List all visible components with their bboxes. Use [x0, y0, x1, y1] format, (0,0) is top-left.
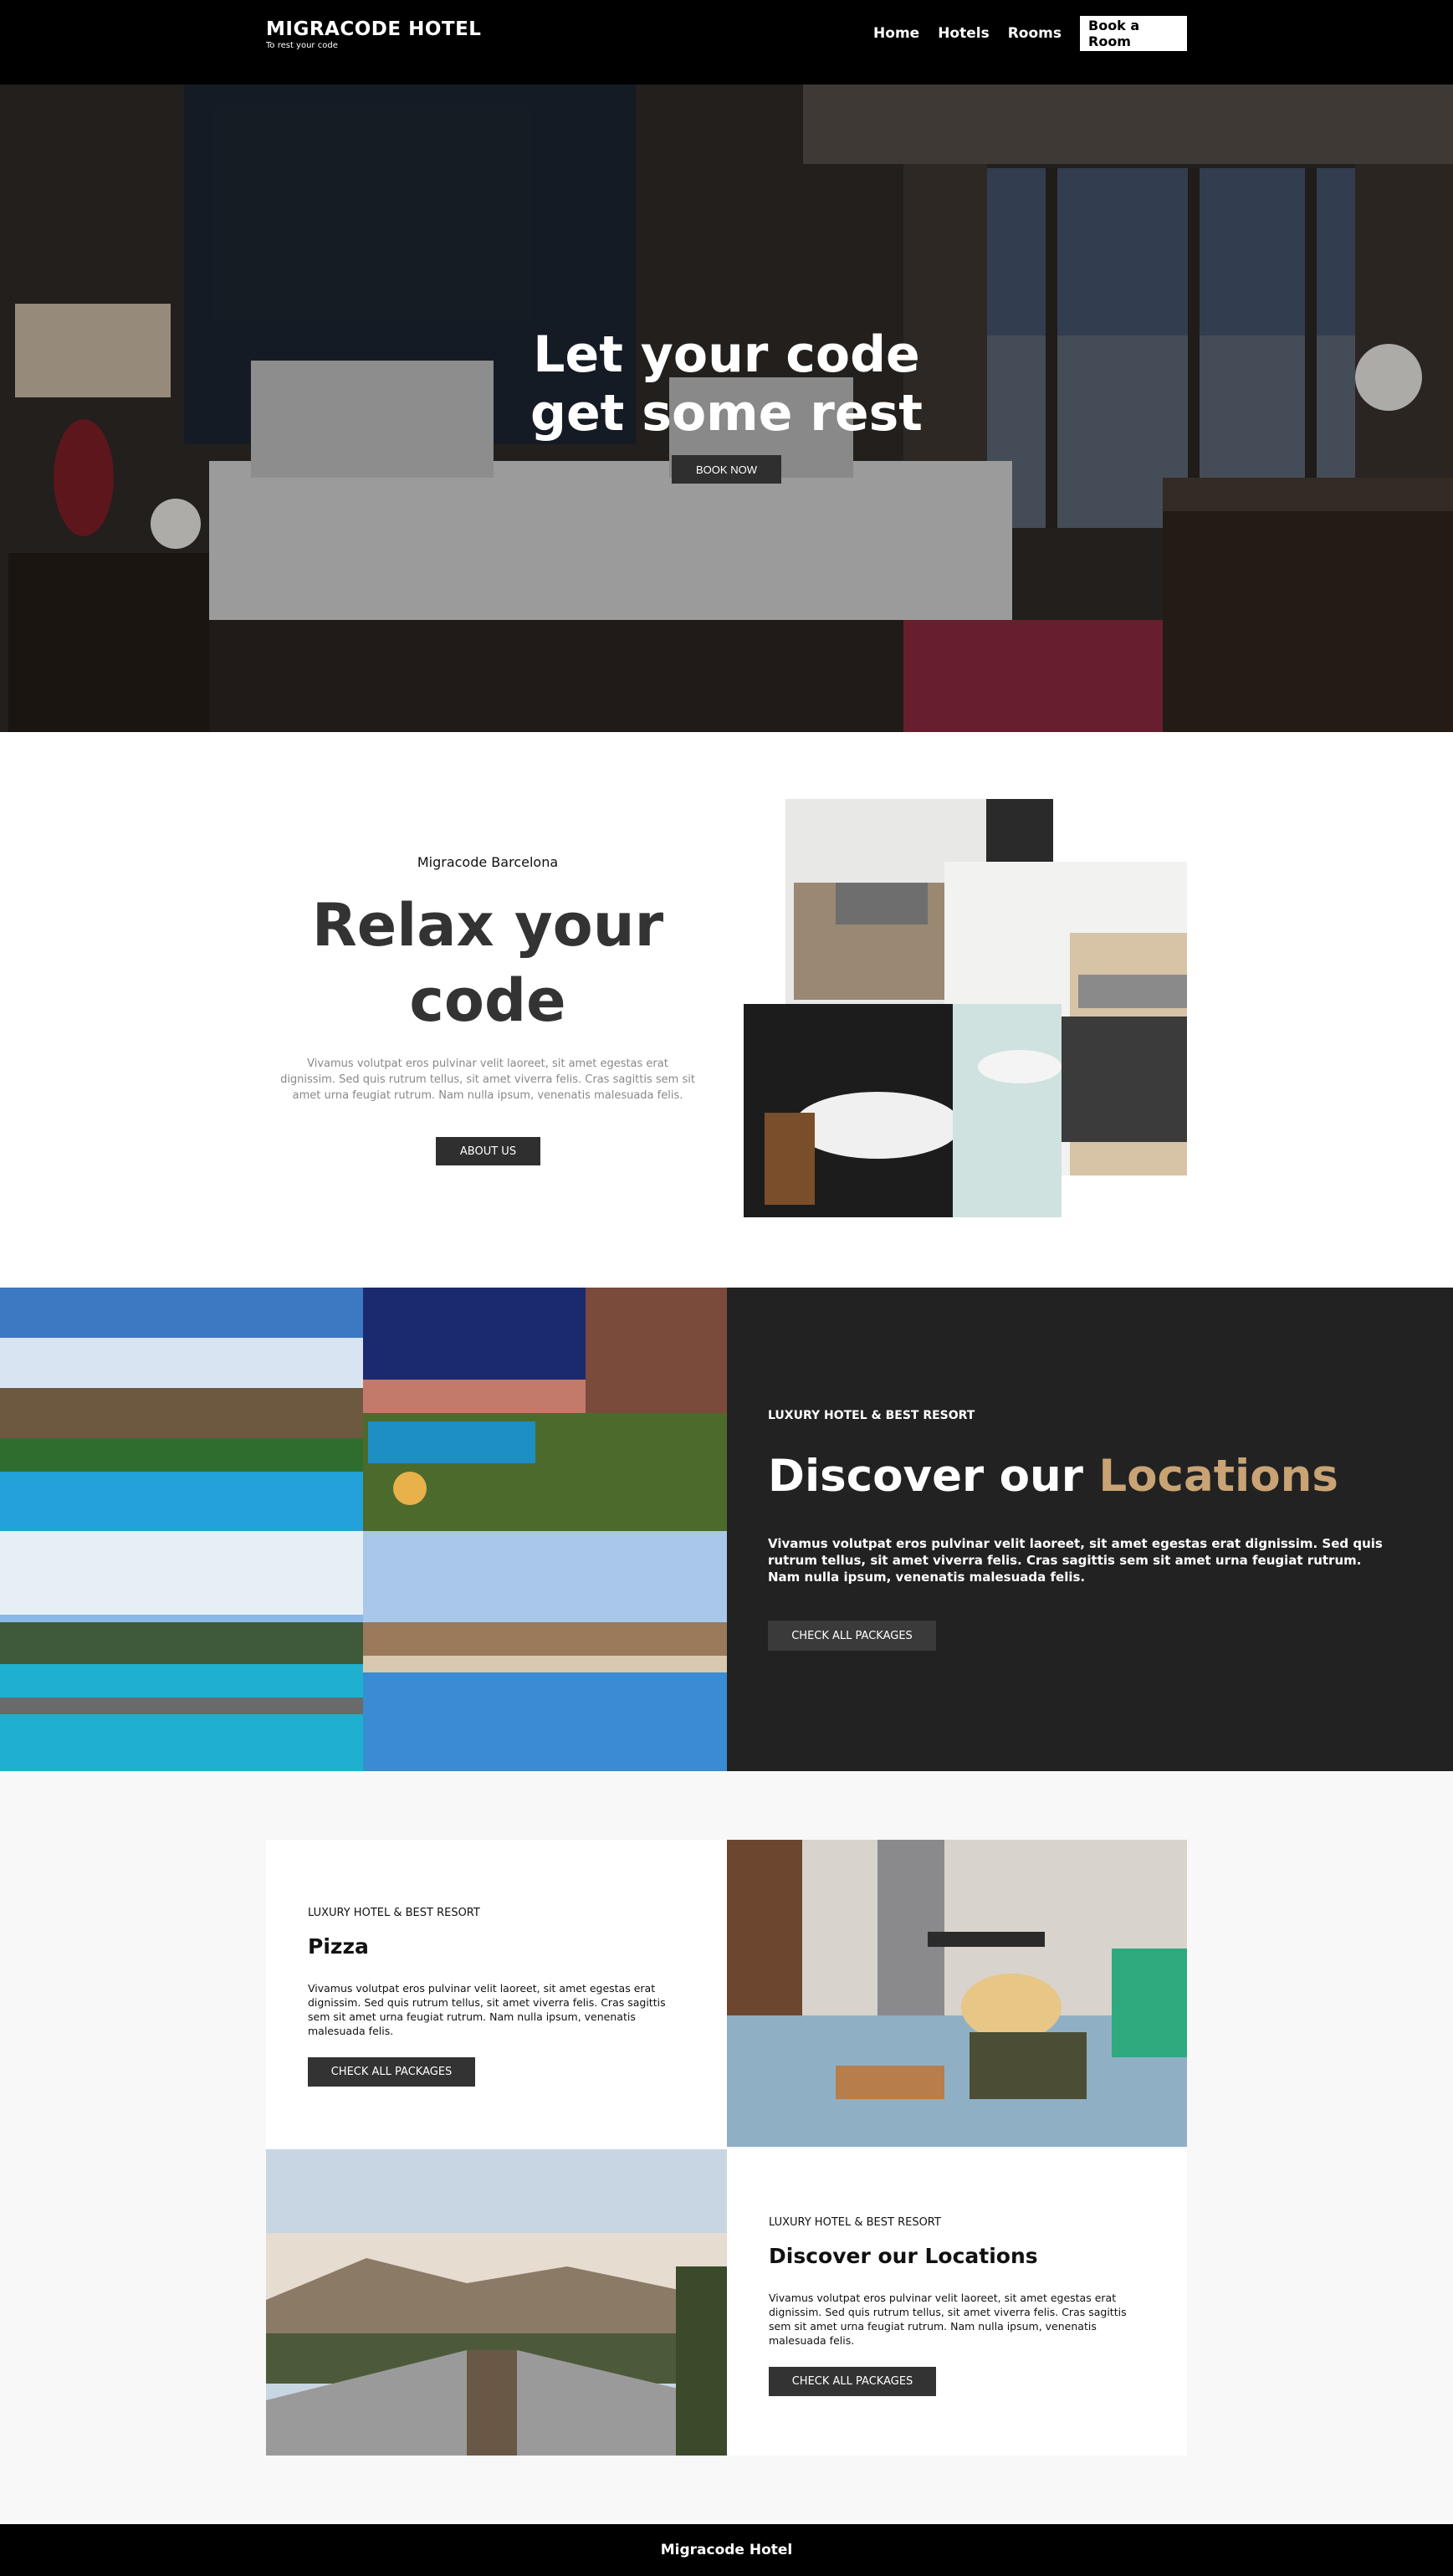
locations-title: Discover our Locations — [768, 1451, 1338, 1502]
main-nav: Home Hotels Rooms Book a Room — [873, 16, 1187, 51]
site-header: MIGRACODE HOTEL To rest your code Home H… — [0, 0, 1453, 85]
package-card-pizza: LUXURY HOTEL & BEST RESORT Pizza Vivamus… — [266, 1840, 727, 2148]
packages-section: LUXURY HOTEL & BEST RESORT Pizza Vivamus… — [0, 1771, 1453, 2524]
locations-title-main: Discover our — [768, 1451, 1099, 1502]
relax-description: Vivamus volutpat eros pulvinar velit lao… — [280, 1058, 695, 1102]
card-title: Discover our Locations — [769, 2244, 1038, 2268]
breakfast-in-bed-image — [727, 1840, 1187, 2147]
relax-title: Relax your code — [279, 888, 697, 1038]
hero-title-line-1: Let your code — [533, 325, 920, 384]
book-now-button[interactable]: BOOK NOW — [672, 455, 781, 484]
relax-subtitle: Migracode Barcelona — [417, 854, 559, 870]
relax-title-line-2: code — [409, 966, 566, 1035]
nav-link-home[interactable]: Home — [873, 25, 919, 42]
card-eyebrow: LUXURY HOTEL & BEST RESORT — [308, 1907, 480, 1919]
footer-text: Migracode Hotel — [660, 2542, 793, 2558]
check-packages-button[interactable]: CHECK ALL PACKAGES — [768, 1621, 936, 1651]
brand-tagline: To rest your code — [266, 41, 338, 50]
locations-description: Vivamus volutpat eros pulvinar velit lao… — [768, 1536, 1383, 1585]
card-eyebrow: LUXURY HOTEL & BEST RESORT — [769, 2216, 941, 2229]
package-card-locations: LUXURY HOTEL & BEST RESORT Discover our … — [727, 2149, 1187, 2456]
nav-link-rooms[interactable]: Rooms — [1008, 25, 1062, 42]
relax-title-line-1: Relax your — [311, 891, 664, 960]
brand-title: MIGRACODE HOTEL — [266, 18, 482, 40]
hero-title-line-2: get some rest — [530, 384, 923, 443]
relax-section: Migracode Barcelona Relax your code Viva… — [0, 732, 1453, 1288]
resort-pool-images — [0, 1288, 727, 1771]
nav-link-hotels[interactable]: Hotels — [938, 25, 990, 42]
check-packages-button[interactable]: CHECK ALL PACKAGES — [308, 2057, 475, 2087]
locations-eyebrow: LUXURY HOTEL & BEST RESORT — [768, 1409, 975, 1422]
hero-section: Let your code get some rest BOOK NOW — [0, 85, 1453, 732]
book-room-button[interactable]: Book a Room — [1080, 16, 1187, 51]
locations-section: LUXURY HOTEL & BEST RESORT Discover our … — [0, 1288, 1453, 1771]
locations-title-accent: Locations — [1098, 1451, 1338, 1502]
about-us-button[interactable]: ABOUT US — [436, 1137, 540, 1165]
mountain-terrace-image — [266, 2149, 727, 2456]
card-description: Vivamus volutpat eros pulvinar velit lao… — [769, 2292, 1127, 2347]
brand-logo[interactable]: MIGRACODE HOTEL To rest your code — [266, 18, 481, 50]
card-description: Vivamus volutpat eros pulvinar velit lao… — [308, 1982, 666, 2037]
hero-title: Let your code get some rest — [0, 325, 1453, 443]
room-collage-image — [744, 799, 1187, 1217]
card-title: Pizza — [308, 1934, 369, 1959]
check-packages-button[interactable]: CHECK ALL PACKAGES — [769, 2367, 936, 2396]
site-footer: Migracode Hotel — [0, 2524, 1453, 2576]
